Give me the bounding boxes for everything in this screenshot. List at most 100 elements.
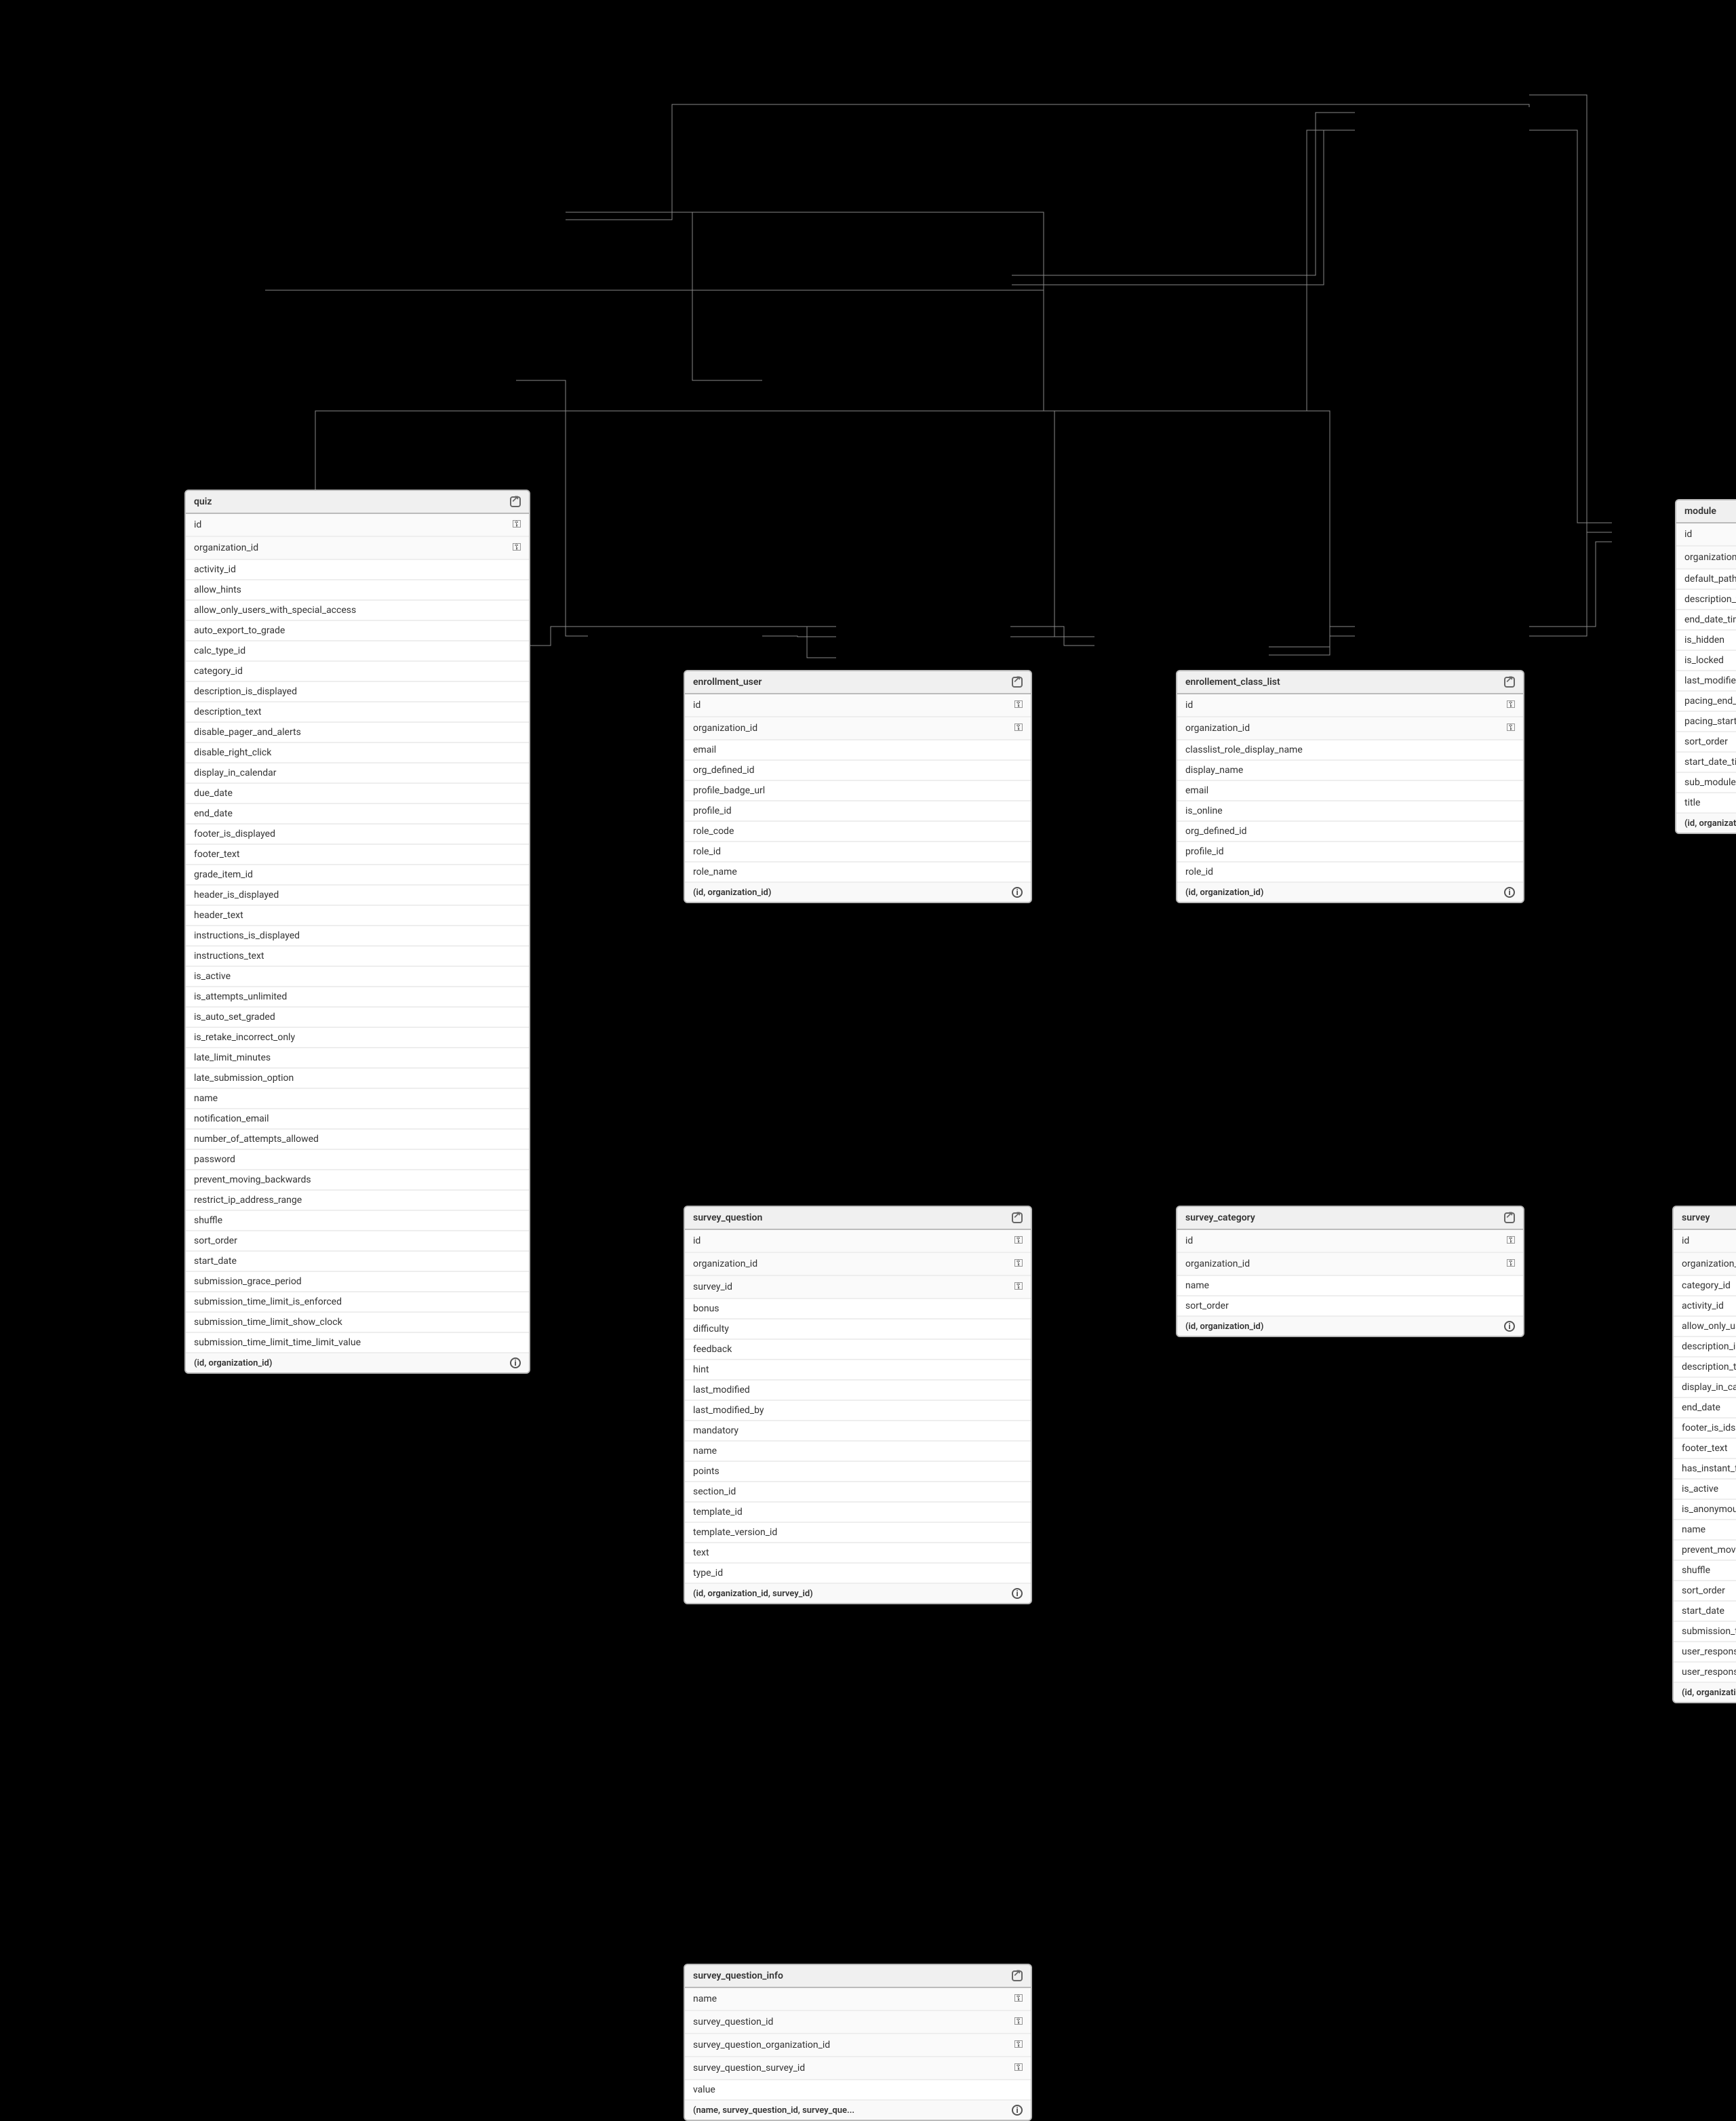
- footer-text: (id, organization_id): [1185, 1321, 1263, 1332]
- column-name: auto_export_to_grade: [194, 625, 285, 636]
- column-name: user_response_number_of_attempts: [1682, 1667, 1736, 1678]
- table-column-pk: survey_question_organization_id⚿: [685, 2034, 1031, 2057]
- table-column: due_date: [186, 784, 529, 804]
- relationship-line: [1529, 523, 1612, 636]
- info-icon[interactable]: i: [1012, 2105, 1023, 2116]
- column-name: role_id: [1185, 867, 1213, 877]
- column-name: classlist_role_display_name: [1185, 745, 1303, 755]
- column-name: disable_pager_and_alerts: [194, 727, 301, 738]
- table-column: sort_order: [1674, 1581, 1736, 1602]
- relationship-line: [265, 285, 1044, 290]
- table-column: last_modified_by: [685, 1401, 1031, 1421]
- table-column: password: [186, 1150, 529, 1170]
- table-footer: (id, organization_id)i: [1177, 883, 1523, 902]
- column-name: organization_id: [1684, 552, 1736, 563]
- column-name: header_text: [194, 910, 243, 921]
- table-column: classlist_role_display_name: [1177, 740, 1523, 761]
- column-name: description_text: [1684, 594, 1736, 605]
- column-name: feedback: [693, 1344, 732, 1355]
- primary-key-icon: ⚿: [1014, 1280, 1023, 1294]
- table-column: profile_badge_url: [685, 781, 1031, 801]
- info-icon[interactable]: i: [1504, 887, 1515, 898]
- entity-table-survey_question[interactable]: survey_questionid⚿organization_id⚿survey…: [684, 1206, 1032, 1604]
- table-footer: (name, survey_question_id, survey_que...…: [685, 2101, 1031, 2120]
- table-column: org_defined_id: [1177, 822, 1523, 842]
- entity-table-survey_question_info[interactable]: survey_question_infoname⚿ survey_question…: [684, 1964, 1032, 2121]
- table-column: footer_text: [186, 845, 529, 865]
- table-column: feedback: [685, 1340, 1031, 1360]
- column-name: shuffle: [194, 1215, 222, 1226]
- table-column: end_date: [1674, 1398, 1736, 1419]
- entity-table-quiz[interactable]: quizid⚿organization_id⚿activity_idallow_…: [184, 490, 530, 1374]
- entity-table-enrollment_user[interactable]: enrollment_userid⚿organization_id⚿emailo…: [684, 670, 1032, 903]
- table-header[interactable]: enrollment_user: [685, 671, 1031, 694]
- entity-table-survey[interactable]: surveyid⚿organization_id⚿category_id⚷act…: [1672, 1206, 1736, 1703]
- column-name: name: [693, 1446, 717, 1456]
- table-header[interactable]: survey_question_info: [685, 1965, 1031, 1988]
- column-name: display_in_calendar: [194, 768, 276, 778]
- column-name: submission_text: [1682, 1626, 1736, 1637]
- expand-icon[interactable]: [1012, 677, 1023, 688]
- table-header[interactable]: quiz: [186, 491, 529, 514]
- table-column: is_retake_incorrect_only: [186, 1028, 529, 1048]
- table-column: role_name: [685, 863, 1031, 883]
- info-icon[interactable]: i: [1012, 887, 1023, 898]
- table-column: allow_hints: [186, 580, 529, 601]
- entity-table-survey_category[interactable]: survey_categoryid⚿organization_id⚿nameso…: [1176, 1206, 1524, 1337]
- column-name: start_date_time: [1684, 757, 1736, 768]
- table-header[interactable]: module: [1676, 500, 1736, 523]
- table-column: email: [1177, 781, 1523, 801]
- table-footer: (id, organization_id)i: [1676, 814, 1736, 833]
- table-column: last_modified: [685, 1381, 1031, 1401]
- table-title: enrollment_user: [693, 677, 762, 688]
- table-header[interactable]: survey: [1674, 1207, 1736, 1230]
- column-name: survey_question_id: [693, 2017, 773, 2027]
- primary-key-icon: ⚿: [1014, 1257, 1023, 1271]
- column-name: organization_id: [194, 542, 258, 553]
- column-name: email: [1185, 785, 1208, 796]
- expand-icon[interactable]: [1012, 1212, 1023, 1223]
- column-name: is_locked: [1684, 655, 1724, 666]
- column-name: name: [194, 1093, 218, 1104]
- expand-icon[interactable]: [1504, 677, 1515, 688]
- column-name: section_id: [693, 1486, 736, 1497]
- table-column: activity_id: [186, 560, 529, 580]
- table-column-pk: id⚿: [1177, 1230, 1523, 1253]
- column-name: footer_is_idsplayed: [1682, 1423, 1736, 1433]
- info-icon[interactable]: i: [1504, 1321, 1515, 1332]
- column-name: activity_id: [194, 564, 236, 575]
- table-header[interactable]: survey_category: [1177, 1207, 1523, 1230]
- footer-text: (id, organization_id): [1682, 1687, 1736, 1698]
- table-column: profile_id: [1177, 842, 1523, 863]
- column-name: pacing_end_date: [1684, 696, 1736, 707]
- entity-table-enrollement_class_list[interactable]: enrollement_class_listid⚿organization_id…: [1176, 670, 1524, 903]
- expand-icon[interactable]: [1504, 1212, 1515, 1223]
- column-name: activity_id: [1682, 1301, 1724, 1311]
- primary-key-icon: ⚿: [513, 541, 521, 555]
- table-column: submission_grace_period: [186, 1272, 529, 1292]
- table-header[interactable]: survey_question: [685, 1207, 1031, 1230]
- info-icon[interactable]: i: [510, 1357, 521, 1368]
- table-header[interactable]: enrollement_class_list: [1177, 671, 1523, 694]
- table-title: survey: [1682, 1212, 1710, 1223]
- column-name: sort_order: [194, 1235, 237, 1246]
- expand-icon[interactable]: [510, 496, 521, 507]
- column-name: type_id: [693, 1568, 723, 1579]
- relationship-line: [1010, 627, 1094, 646]
- expand-icon[interactable]: [1012, 1970, 1023, 1981]
- table-column-pk: id⚿: [1674, 1230, 1736, 1253]
- table-column: name: [685, 1442, 1031, 1462]
- entity-table-module[interactable]: moduleid⚿organization_id⚿default_pathdes…: [1675, 499, 1736, 834]
- footer-text: (id, organization_id): [194, 1357, 272, 1368]
- column-name: user_response_attempt_allowed_type_id: [1682, 1646, 1736, 1657]
- column-name: end_date_time: [1684, 614, 1736, 625]
- table-title: enrollement_class_list: [1185, 677, 1280, 688]
- table-column: last_modified_date: [1676, 671, 1736, 692]
- column-name: instructions_text: [194, 951, 264, 962]
- column-name: is_hidden: [1684, 635, 1724, 646]
- column-name: description_is_displayed: [194, 686, 297, 697]
- table-footer: (id, organization_id) i: [186, 1353, 529, 1372]
- table-column-pk: name⚿: [685, 1988, 1031, 2011]
- info-icon[interactable]: i: [1012, 1588, 1023, 1599]
- table-column: is_hidden: [1676, 631, 1736, 651]
